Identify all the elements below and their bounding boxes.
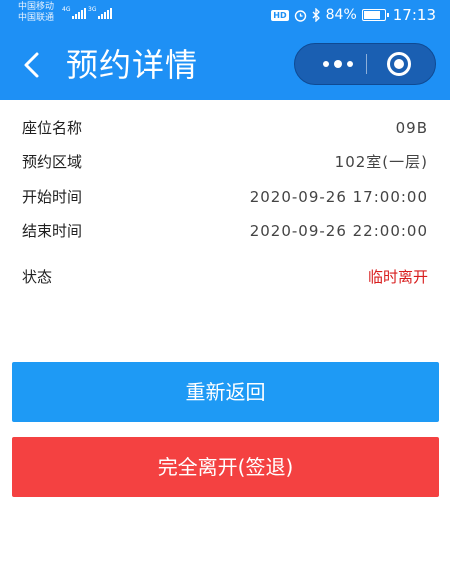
app-header: 中国移动 中国联通 4G 3G HD 84% 17:13 预约详情: [0, 0, 450, 100]
seat-label: 座位名称: [22, 119, 83, 137]
detail-row-area: 预约区域 102室(一层): [22, 150, 428, 174]
detail-row-seat: 座位名称 09B: [22, 116, 428, 140]
detail-row-start: 开始时间 2020-09-26 17:00:00: [22, 185, 428, 209]
seat-value: 09B: [395, 119, 428, 137]
network-1-label: 4G: [62, 6, 71, 13]
status-icons: HD 84% 17:13: [271, 6, 436, 24]
carrier-1: 中国移动: [18, 2, 55, 12]
status-label: 状态: [22, 268, 53, 286]
detail-row-end: 结束时间 2020-09-26 22:00:00: [22, 219, 428, 243]
hd-badge: HD: [271, 9, 289, 21]
area-label: 预约区域: [22, 153, 83, 171]
back-chevron-icon[interactable]: [18, 50, 48, 80]
clock: 17:13: [392, 6, 436, 24]
start-time-value: 2020-09-26 17:00:00: [249, 188, 428, 206]
start-time-label: 开始时间: [22, 188, 83, 206]
network-2-label: 3G: [88, 6, 97, 13]
return-button[interactable]: 重新返回: [12, 362, 439, 422]
status-value: 临时离开: [367, 268, 428, 286]
detail-row-status: 状态 临时离开: [22, 265, 428, 289]
carrier-2: 中国联通: [18, 13, 55, 23]
capsule-divider: [366, 54, 367, 74]
miniprogram-capsule: [294, 43, 436, 85]
carrier-info: 中国移动 中国联通: [18, 2, 54, 24]
signal-1-icon: 4G: [62, 6, 87, 19]
alarm-icon: [294, 9, 306, 22]
bluetooth-icon: [312, 8, 320, 22]
battery-icon: [361, 9, 389, 21]
more-dots-icon[interactable]: [313, 44, 363, 84]
signal-2-icon: 3G: [88, 6, 113, 19]
page-title: 预约详情: [66, 46, 199, 84]
battery-percent: 84%: [325, 7, 357, 23]
status-bar: 中国移动 中国联通 4G 3G HD 84% 17:13: [0, 0, 450, 30]
end-time-label: 结束时间: [22, 222, 83, 240]
area-value: 102室(一层): [334, 153, 428, 171]
target-close-icon[interactable]: [387, 52, 411, 76]
leave-signout-button[interactable]: 完全离开(签退): [12, 437, 439, 497]
end-time-value: 2020-09-26 22:00:00: [249, 222, 428, 240]
